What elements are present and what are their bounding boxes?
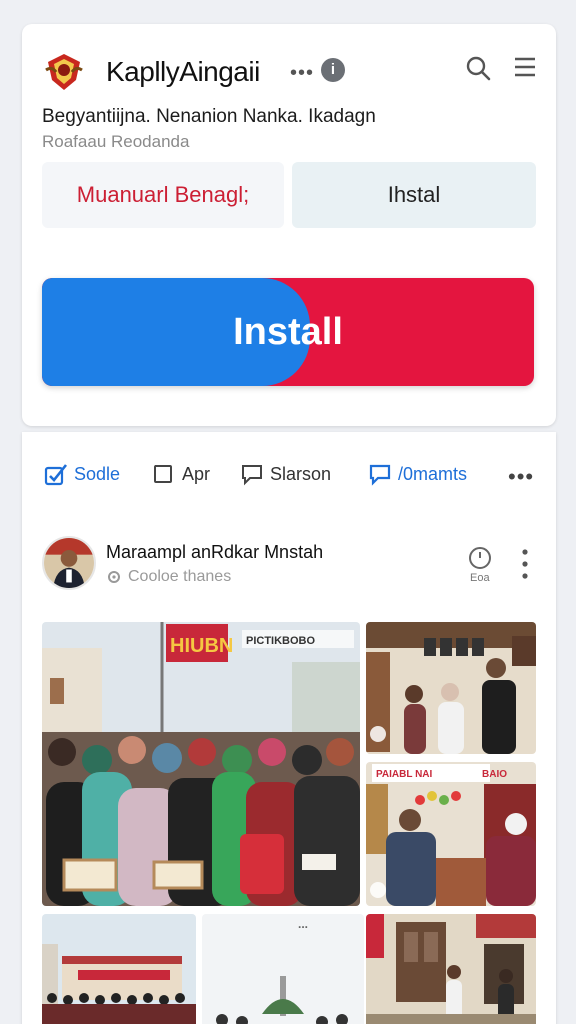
info-icon[interactable]: i (321, 58, 345, 82)
square-icon (154, 465, 172, 483)
monument-overlay-text: ... (298, 917, 308, 931)
crowd-overlay-text: PICTIKBOBO (246, 635, 316, 647)
street-photo[interactable] (366, 914, 536, 1024)
avatar[interactable] (42, 536, 96, 590)
market-banner-text-2: BAIO (482, 769, 507, 780)
app-developer: Roafaau Reodanda (42, 132, 190, 151)
action-omamts[interactable]: /0mamts (368, 462, 467, 486)
action-slarson[interactable]: Slarson (240, 462, 331, 486)
more-horizontal-icon[interactable]: ••• (508, 464, 534, 490)
post-subtitle-text: Cooloe thanes (128, 568, 232, 585)
secondary-left-button[interactable]: Muanuarl Benagl; (42, 162, 284, 228)
action-sodle[interactable]: Sodle (44, 462, 120, 486)
action-label: Sodle (74, 463, 121, 484)
action-label: Apr (182, 463, 211, 484)
install-label: Install (233, 310, 343, 353)
comment-icon (242, 465, 262, 486)
search-icon[interactable] (464, 54, 492, 82)
market-banner-text: PAIABL NAI (376, 769, 433, 780)
monument-photo[interactable]: ... (202, 914, 364, 1024)
building-photo[interactable] (42, 914, 196, 1024)
action-apr[interactable]: Apr (152, 462, 210, 486)
feed-card: Sodle Apr Slarson /0mamts ••• Maraampl a… (22, 432, 556, 1024)
crowd-banner-text: HIUBN (170, 635, 233, 657)
message-icon (369, 464, 391, 486)
kebab-menu-icon[interactable] (522, 548, 528, 580)
timer-icon[interactable] (468, 546, 492, 570)
hamburger-menu-icon[interactable] (512, 54, 538, 80)
emblem-logo (42, 50, 86, 94)
secondary-right-button[interactable]: Ihstal (292, 162, 536, 228)
action-label: Slarson (270, 463, 332, 484)
crowd-photo[interactable]: HIUBN PICTIKBOBO (42, 622, 360, 906)
stat-label: Eoa (470, 572, 490, 584)
post-subtitle: Cooloe thanes (106, 568, 231, 586)
more-horizontal-icon[interactable]: ••• (290, 63, 314, 83)
install-button[interactable]: Install (42, 278, 534, 386)
app-subtitle: Begyantiijna. Nenanion Nanka. Ikadagn (42, 106, 376, 127)
app-header-card: KapllyAingaii ••• i Begyantiijna. Nenani… (22, 24, 556, 426)
market-photo[interactable]: PAIABL NAI BAIO (366, 762, 536, 906)
app-title: KapllyAingaii (106, 56, 260, 87)
action-label: /0mamts (398, 463, 468, 484)
post-title: Maraampl anRdkar Mnstah (106, 542, 324, 562)
room-photo[interactable] (366, 622, 536, 754)
like-check-icon (44, 464, 68, 486)
gear-icon (108, 571, 120, 583)
